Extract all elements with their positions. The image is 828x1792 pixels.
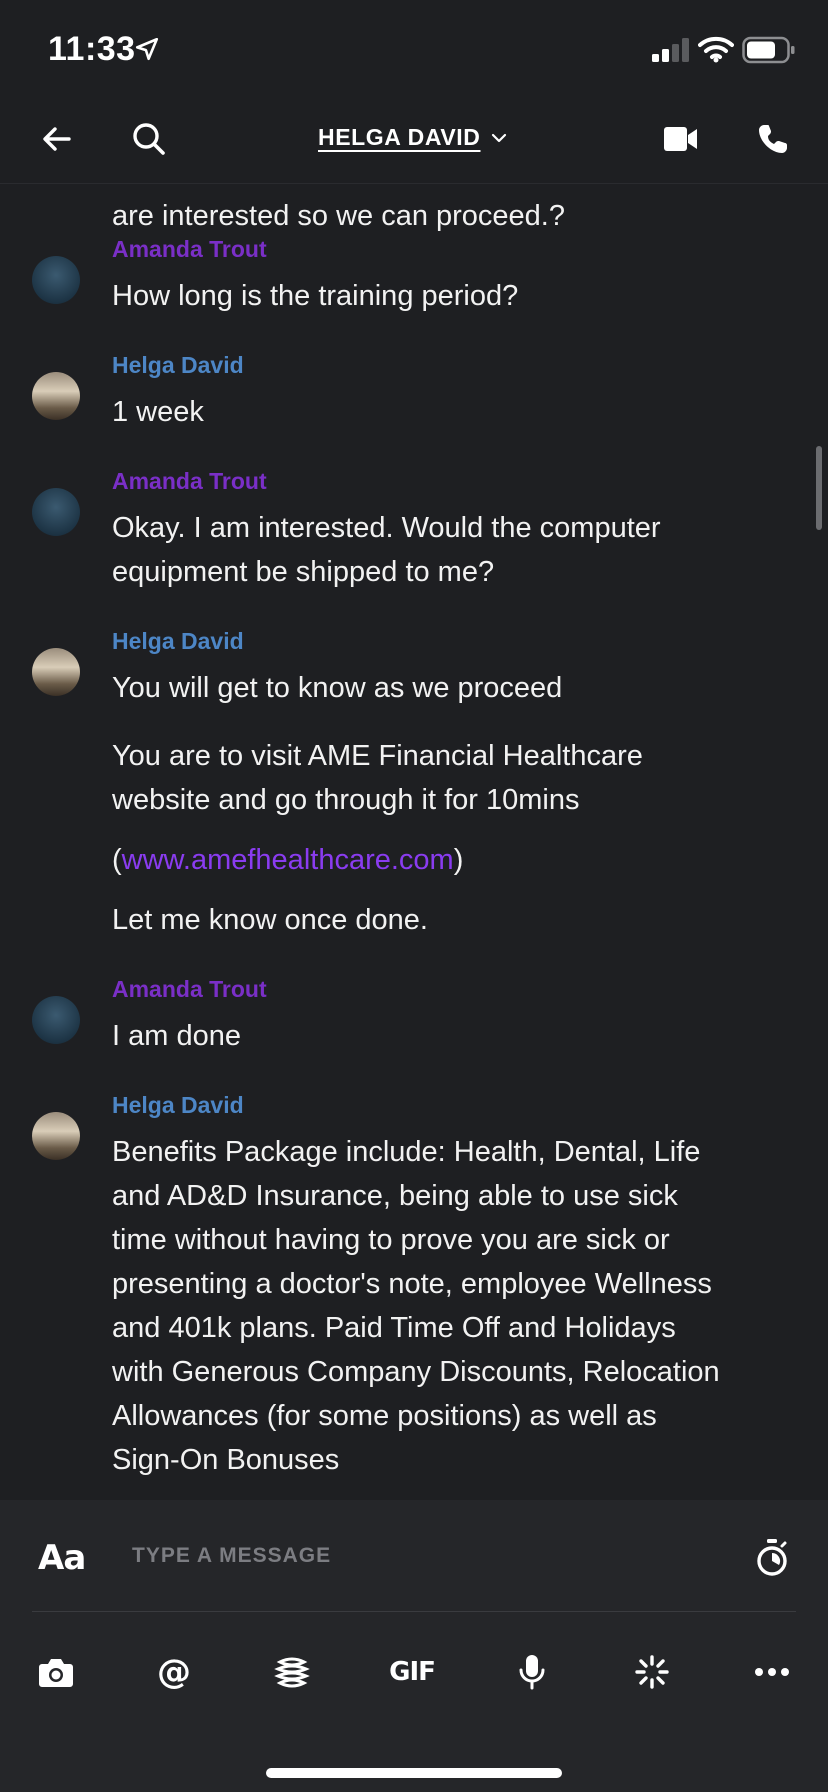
battery-icon [742, 36, 795, 64]
message-composer: Aa TYPE A MESSAGE @ GIF [0, 1500, 828, 1792]
chevron-down-icon [491, 133, 506, 142]
message-text: Sign-On Bonuses [112, 1444, 340, 1476]
sender-name[interactable]: Amanda Trout [112, 236, 267, 263]
mention-button[interactable]: @ [152, 1650, 196, 1694]
avatar-helga-david[interactable] [32, 372, 80, 420]
avatar-amanda-trout[interactable] [32, 996, 80, 1044]
message-text: 1 week [112, 396, 204, 428]
message-list[interactable]: are interested so we can proceed.? Amand… [0, 184, 828, 1500]
conversation-title[interactable]: HELGA DAVID [318, 124, 507, 151]
conversation-title-text: HELGA DAVID [318, 124, 481, 150]
location-arrow-icon [135, 37, 159, 61]
paren-close: ) [453, 844, 464, 876]
avatar-helga-david[interactable] [32, 648, 80, 696]
message-text: and AD&D Insurance, being able to use si… [112, 1180, 678, 1212]
voice-button[interactable] [510, 1650, 554, 1694]
timer-icon[interactable] [752, 1538, 792, 1578]
message-text: You will get to know as we proceed [112, 672, 563, 704]
message-text: time without having to prove you are sic… [112, 1224, 670, 1256]
message-text: are interested so we can proceed.? [112, 200, 565, 232]
back-arrow-icon [43, 127, 71, 151]
avatar-helga-david[interactable] [32, 1112, 80, 1160]
sender-name[interactable]: Amanda Trout [112, 468, 267, 495]
status-time: 11:33 [48, 30, 136, 68]
gif-button[interactable]: GIF [389, 1650, 436, 1694]
more-dots-icon [755, 1668, 789, 1676]
sticker-button[interactable] [270, 1650, 314, 1694]
message-input[interactable]: TYPE A MESSAGE [132, 1544, 331, 1568]
sender-name[interactable]: Helga David [112, 1092, 244, 1119]
chat-header: HELGA DAVID [0, 96, 828, 184]
paren-open: ( [112, 844, 122, 876]
message-text: Allowances (for some positions) as well … [112, 1400, 657, 1432]
message-text: I am done [112, 1020, 241, 1052]
sender-name[interactable]: Amanda Trout [112, 976, 267, 1003]
cellular-signal-icon [652, 38, 689, 62]
message-link-line: (www.amefhealthcare.com) [112, 838, 802, 882]
phone-icon [759, 125, 787, 153]
website-link[interactable]: www.amefhealthcare.com [122, 844, 454, 876]
sender-name[interactable]: Helga David [112, 628, 244, 655]
message-text: website and go through it for 10mins [112, 784, 580, 816]
camera-icon [39, 1659, 73, 1687]
voice-call-button[interactable] [748, 114, 798, 164]
microphone-icon [519, 1655, 545, 1690]
camera-button[interactable] [34, 1650, 78, 1694]
message-text: Benefits Package include: Health, Dental… [112, 1136, 701, 1168]
avatar-amanda-trout[interactable] [32, 488, 80, 536]
message-text: Let me know once done. [112, 904, 428, 936]
home-indicator[interactable] [266, 1768, 562, 1778]
effects-button[interactable] [630, 1650, 674, 1694]
message-text: equipment be shipped to me? [112, 556, 495, 588]
message-text: presenting a doctor's note, employee Wel… [112, 1268, 712, 1300]
status-bar: 11:33 [0, 0, 828, 96]
wifi-icon [698, 36, 734, 63]
text-format-button[interactable]: Aa [38, 1538, 86, 1578]
scrollbar[interactable] [816, 446, 822, 530]
avatar-amanda-trout[interactable] [32, 256, 80, 304]
message-text: You are to visit AME Financial Healthcar… [112, 740, 643, 772]
sender-name[interactable]: Helga David [112, 352, 244, 379]
search-button[interactable] [124, 114, 174, 164]
more-options-button[interactable] [750, 1650, 794, 1694]
stack-icon [274, 1657, 310, 1688]
divider [32, 1611, 796, 1612]
message-text: and 401k plans. Paid Time Off and Holida… [112, 1312, 676, 1344]
message-text: Okay. I am interested. Would the compute… [112, 512, 661, 544]
search-icon [133, 123, 165, 155]
video-call-button[interactable] [656, 114, 706, 164]
composer-toolbar: @ GIF [0, 1640, 828, 1700]
message-text: with Generous Company Discounts, Relocat… [112, 1356, 720, 1388]
video-camera-icon [664, 127, 697, 151]
message-text: How long is the training period? [112, 280, 519, 312]
back-button[interactable] [32, 114, 82, 164]
sparkle-burst-icon [635, 1655, 669, 1689]
